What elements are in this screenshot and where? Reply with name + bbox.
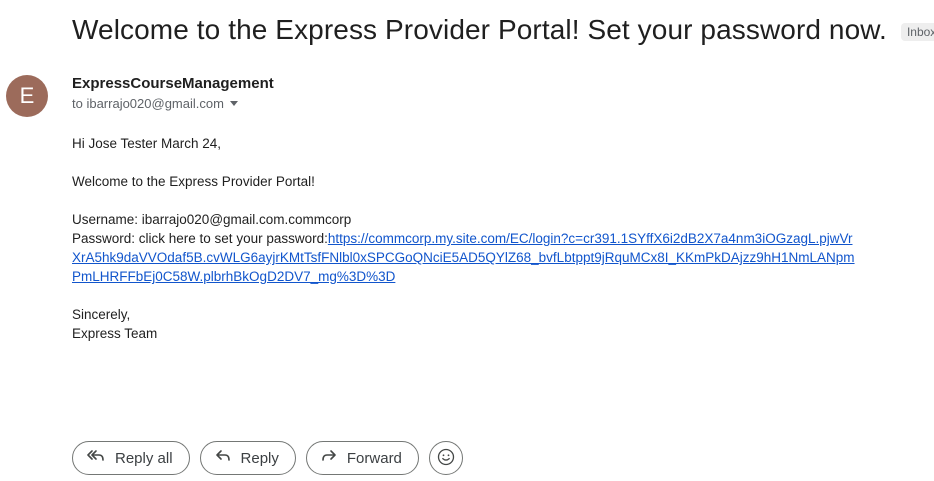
email-view: Welcome to the Express Provider Portal! … [0, 0, 934, 481]
inbox-label-chip[interactable]: Inbox × [900, 23, 934, 41]
emoji-reaction-icon [437, 448, 455, 469]
reply-all-button[interactable]: Reply all [72, 441, 190, 475]
reply-icon [215, 449, 231, 467]
recipient-text: to ibarrajo020@gmail.com [72, 96, 224, 111]
welcome-line: Welcome to the Express Provider Portal! [72, 174, 315, 189]
forward-icon [321, 449, 337, 467]
credentials-block: Username: ibarrajo020@gmail.com.commcorp… [72, 210, 934, 286]
signoff: Sincerely, [72, 307, 131, 322]
reply-label: Reply [240, 449, 279, 467]
sender-avatar[interactable]: E [6, 75, 48, 117]
reply-button[interactable]: Reply [199, 441, 296, 475]
sender-name[interactable]: ExpressCourseManagement [72, 75, 274, 92]
password-link-part3[interactable]: PmLHRFFbEj0C58W.plbrhBkOgD2DV7_mg%3D%3D [72, 269, 395, 284]
password-link-part1[interactable]: https://commcorp.my.site.com/EC/login?c=… [328, 231, 853, 246]
emoji-reaction-button[interactable] [428, 441, 463, 475]
reply-all-icon [87, 449, 105, 467]
sender-block: ExpressCourseManagement to ibarrajo020@g… [72, 75, 274, 111]
forward-label: Forward [346, 449, 402, 467]
password-link-part2[interactable]: XrA5hk9daVVOdaf5B.cvWLG6ayjrKMtTsfFNlbl0… [72, 250, 855, 265]
subject-row: Welcome to the Express Provider Portal! … [72, 14, 934, 46]
inbox-label-text: Inbox [906, 25, 934, 39]
email-body: Hi Jose Tester March 24, Welcome to the … [72, 134, 934, 362]
greeting: Hi Jose Tester March 24, [72, 136, 222, 151]
reply-all-label: Reply all [115, 449, 173, 467]
recipient-row: to ibarrajo020@gmail.com [72, 96, 274, 111]
signature-block: Sincerely, Express Team [72, 305, 934, 343]
show-details-chevron-down-icon[interactable] [229, 101, 238, 106]
signature: Express Team [72, 326, 158, 341]
password-line: Password: click here to set your passwor… [72, 231, 852, 246]
email-subject: Welcome to the Express Provider Portal! … [72, 14, 887, 45]
password-prefix: Password: click here to set your passwor… [72, 231, 328, 246]
reply-actions: Reply all Reply Forward [72, 441, 463, 475]
forward-button[interactable]: Forward [305, 441, 419, 475]
username-line: Username: ibarrajo020@gmail.com.commcorp [72, 212, 352, 227]
